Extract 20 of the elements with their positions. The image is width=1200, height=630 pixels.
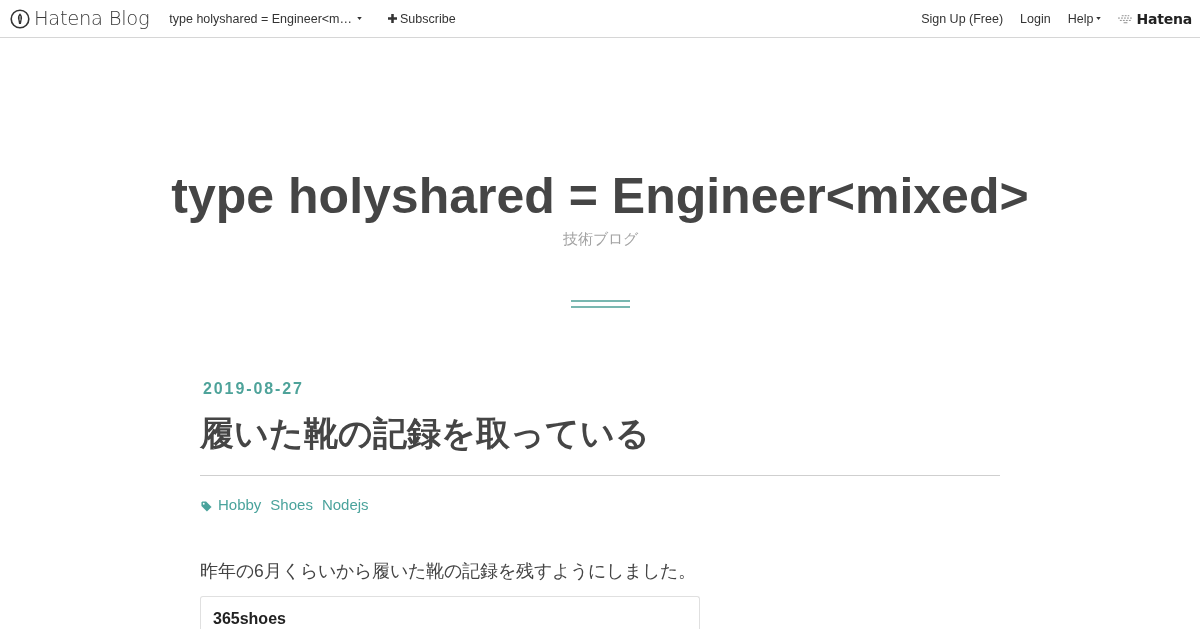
body-paragraph: 昨年の6月くらいから履いた靴の記録を残すようにしました。: [200, 560, 697, 583]
caret-icon: [1096, 17, 1102, 20]
help-menu[interactable]: Help: [1067, 11, 1102, 26]
brand-logo-link[interactable]: Hatena Blog: [10, 7, 150, 30]
double-rule-divider: [570, 300, 630, 308]
dashed-lines-icon: [1118, 13, 1134, 24]
top-bar-link[interactable]: Sign Up (Free): [921, 11, 1004, 26]
subscribe-link[interactable]: Subscribe: [388, 11, 456, 26]
pen-nib-circle-icon: [10, 8, 30, 29]
blog-title-link[interactable]: type holyshared = Engineer<mixed>: [171, 166, 1029, 226]
tag-icon: [201, 501, 212, 512]
brand-name: Hatena Blog: [34, 7, 150, 30]
blog-menu-dropdown[interactable]: type holyshared = Engineer<m…: [169, 11, 363, 26]
blog-description: 技術ブログ: [562, 229, 638, 249]
card-title-link[interactable]: 365shoes: [213, 609, 286, 629]
top-bar-link[interactable]: Login: [1020, 11, 1051, 26]
hatena-logo-link[interactable]: Hatena: [1118, 10, 1192, 27]
plus-icon: [388, 14, 398, 23]
caret-icon: [357, 17, 363, 20]
entry-title-link[interactable]: 履いた靴の記録を取っている: [200, 409, 650, 457]
